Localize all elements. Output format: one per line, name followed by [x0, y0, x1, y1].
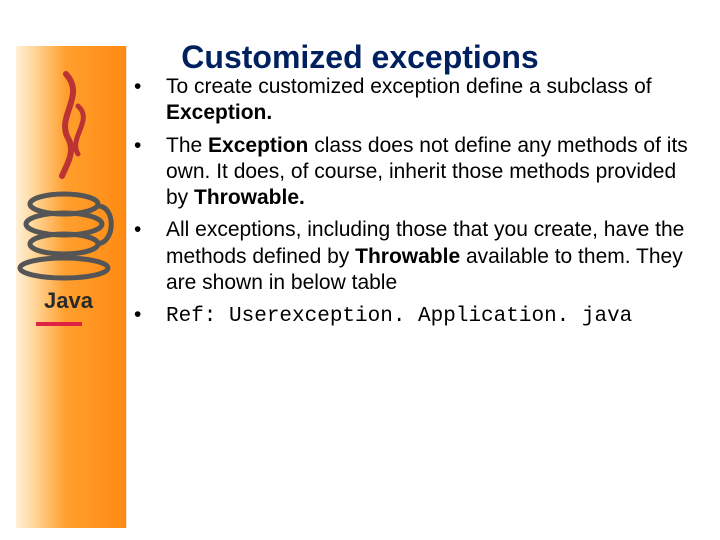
bullet-1-text: To create customized exception define a … [166, 75, 652, 98]
bullet-4-label: Ref: [166, 305, 229, 328]
slide-body: To create customized exception define a … [148, 74, 700, 336]
bullet-2: The Exception class does not define any … [148, 133, 700, 212]
bullet-1: To create customized exception define a … [148, 74, 700, 127]
bullet-4-code: Userexception. Application. java [229, 305, 632, 328]
bullet-2-s1: Exception [208, 134, 314, 157]
bullet-3-s1: Throwable [355, 245, 460, 268]
java-logo-text: Java [44, 288, 94, 313]
java-cup-icon: Java [16, 46, 126, 346]
bullet-4: Ref: Userexception. Application. java [148, 302, 700, 330]
java-sidebar: Java [16, 46, 127, 528]
bullet-3: All exceptions, including those that you… [148, 217, 700, 296]
bullet-1-strong: Exception. [166, 101, 272, 124]
bullet-2-s2: Throwable. [194, 186, 305, 209]
bullet-2-p1: The [166, 134, 208, 157]
